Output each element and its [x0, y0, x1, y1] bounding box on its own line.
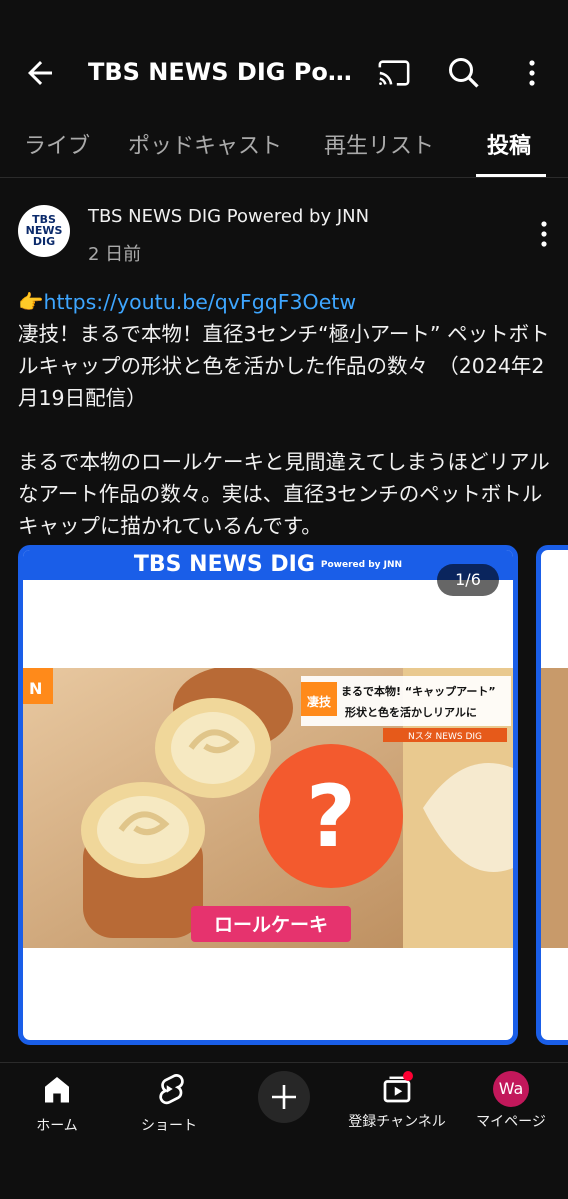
- more-options-icon[interactable]: [520, 55, 544, 91]
- search-icon[interactable]: [446, 55, 482, 91]
- caption-line-2: 形状と色を活かしリアルに: [345, 705, 477, 719]
- roll-cake-photo: N ? 凄技 まるで本物! “キャップアート” 形状と色を活かしリアルに Nスタ…: [23, 668, 513, 948]
- avatar-logo-text: TBS NEWS DIG: [25, 213, 63, 248]
- back-arrow-icon[interactable]: [22, 55, 58, 91]
- tab-playlists[interactable]: 再生リスト: [324, 128, 434, 160]
- tab-posts[interactable]: 投稿: [487, 128, 531, 160]
- next-carousel-card[interactable]: [536, 545, 568, 1045]
- svg-text:N: N: [29, 679, 42, 698]
- active-tab-indicator: [476, 174, 546, 177]
- pointing-hand-icon: 👉: [18, 290, 44, 314]
- banner-subtitle: Powered by JNN: [320, 560, 403, 570]
- nav-subscriptions[interactable]: 登録チャンネル: [342, 1071, 452, 1131]
- bottom-navigation: ホーム ショート 登録チャンネル Wa マイページ: [0, 1062, 568, 1199]
- page-title: TBS NEWS DIG Po…: [88, 58, 352, 86]
- image-counter: 1/6: [437, 564, 499, 596]
- roll-cake-label: ロールケーキ: [214, 914, 328, 936]
- cast-icon[interactable]: [376, 56, 412, 90]
- source-badge: Nスタ NEWS DIG: [408, 731, 482, 742]
- nav-home[interactable]: ホーム: [2, 1071, 112, 1135]
- post-text: 👉https://youtu.be/qvFgqF3Oetw 凄技！まるで本物！直…: [18, 286, 550, 542]
- post-link[interactable]: https://youtu.be/qvFgqF3Oetw: [44, 290, 357, 314]
- tab-live[interactable]: ライブ: [24, 128, 90, 160]
- post-headline: 凄技！まるで本物！直径3センチ“極小アート” ペットボトルキャップの形状と色を活…: [18, 322, 550, 410]
- caption-line-1: まるで本物! “キャップアート”: [341, 684, 496, 698]
- avatar: Wa: [493, 1071, 529, 1107]
- channel-avatar[interactable]: TBS NEWS DIG: [18, 205, 70, 257]
- caption-tag: 凄技: [307, 694, 332, 709]
- nav-my-page[interactable]: Wa マイページ: [456, 1071, 566, 1131]
- home-icon: [45, 1077, 69, 1103]
- post-body: まるで本物のロールケーキと見間違えてしまうほどリアルなアート作品の数々。実は、直…: [18, 450, 550, 538]
- notification-dot: [403, 1071, 413, 1081]
- tab-podcasts[interactable]: ポッドキャスト: [128, 128, 282, 160]
- top-app-bar: TBS NEWS DIG Po…: [0, 0, 568, 110]
- post-more-options-icon[interactable]: [532, 218, 556, 250]
- nav-shorts[interactable]: ショート: [114, 1071, 224, 1135]
- create-icon: [272, 1085, 296, 1109]
- channel-tabs: ライブ ポッドキャスト 再生リスト 投稿: [0, 110, 568, 178]
- channel-name[interactable]: TBS NEWS DIG Powered by JNN: [88, 206, 369, 227]
- create-button[interactable]: [258, 1071, 310, 1123]
- post-age: 2 日前: [88, 244, 142, 265]
- question-mark: ?: [306, 767, 356, 867]
- shorts-icon: [159, 1074, 184, 1105]
- image-carousel-card[interactable]: TBS NEWS DIG Powered by JNN 1/6 N ? 凄技 ま…: [18, 545, 518, 1045]
